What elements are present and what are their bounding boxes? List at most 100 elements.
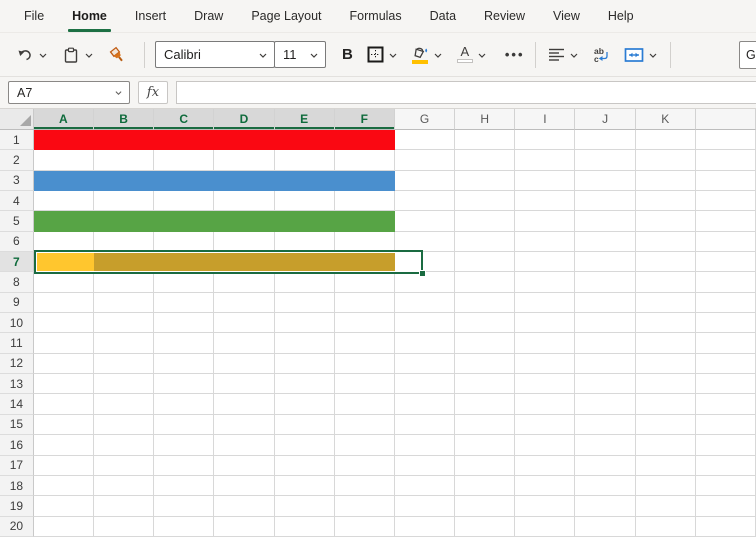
cell-H6[interactable]	[455, 231, 516, 253]
cell-partial10[interactable]	[695, 313, 756, 334]
cell-J7[interactable]	[575, 252, 636, 273]
cell-D13[interactable]	[214, 374, 275, 395]
cell-J19[interactable]	[575, 496, 636, 517]
cell-G14[interactable]	[394, 394, 456, 415]
cell-F15[interactable]	[334, 414, 395, 436]
row-header-17[interactable]: 17	[0, 455, 34, 476]
cell-D2[interactable]	[214, 150, 275, 171]
cell-E3[interactable]	[274, 170, 335, 192]
cell-D1[interactable]	[214, 130, 275, 151]
cell-D17[interactable]	[214, 455, 275, 476]
cell-C20[interactable]	[154, 516, 215, 537]
cell-C12[interactable]	[154, 353, 215, 375]
cell-partial4[interactable]	[695, 191, 756, 212]
cell-H5[interactable]	[455, 211, 516, 232]
cell-B19[interactable]	[93, 496, 155, 517]
cell-A7[interactable]	[33, 252, 94, 273]
cell-E18[interactable]	[274, 475, 335, 497]
cell-K16[interactable]	[635, 435, 696, 456]
cell-K14[interactable]	[635, 394, 696, 415]
cell-D8[interactable]	[214, 272, 275, 293]
bold-button[interactable]: B	[342, 46, 353, 63]
cell-K13[interactable]	[635, 374, 696, 395]
cell-A10[interactable]	[33, 313, 94, 334]
row-header-18[interactable]: 18	[0, 475, 34, 497]
cell-partial2[interactable]	[695, 150, 756, 171]
cell-D18[interactable]	[214, 475, 275, 497]
cell-B7[interactable]	[93, 252, 155, 273]
cell-I16[interactable]	[515, 435, 576, 456]
formula-input[interactable]	[176, 81, 756, 104]
cell-F1[interactable]	[334, 130, 395, 151]
cell-G1[interactable]	[394, 130, 456, 151]
cell-E13[interactable]	[274, 374, 335, 395]
cell-B16[interactable]	[93, 435, 155, 456]
cell-C10[interactable]	[154, 313, 215, 334]
cell-G3[interactable]	[394, 170, 456, 192]
cell-A1[interactable]	[33, 130, 94, 151]
cell-K3[interactable]	[635, 170, 696, 192]
cell-C5[interactable]	[154, 211, 215, 232]
cell-I18[interactable]	[515, 475, 576, 497]
paste-button[interactable]	[60, 40, 96, 70]
column-header-partial[interactable]	[695, 109, 756, 130]
cell-G5[interactable]	[394, 211, 456, 232]
cell-partial19[interactable]	[695, 496, 756, 517]
cell-I17[interactable]	[515, 455, 576, 476]
cell-D9[interactable]	[214, 292, 275, 314]
cell-I6[interactable]	[515, 231, 576, 253]
name-box[interactable]: A7	[8, 81, 130, 104]
cell-K6[interactable]	[635, 231, 696, 253]
cell-I20[interactable]	[515, 516, 576, 537]
cell-partial9[interactable]	[695, 292, 756, 314]
cell-I3[interactable]	[515, 170, 576, 192]
cell-H9[interactable]	[455, 292, 516, 314]
row-header-3[interactable]: 3	[0, 170, 34, 192]
cell-C6[interactable]	[154, 231, 215, 253]
cell-E20[interactable]	[274, 516, 335, 537]
cell-H20[interactable]	[455, 516, 516, 537]
cell-D12[interactable]	[214, 353, 275, 375]
cell-partial14[interactable]	[695, 394, 756, 415]
wrap-text-button[interactable]: ab c	[591, 40, 612, 70]
column-header-A[interactable]: A	[33, 109, 94, 130]
tab-file[interactable]: File	[10, 0, 58, 32]
cell-partial3[interactable]	[695, 170, 756, 192]
cell-C7[interactable]	[154, 252, 215, 273]
row-header-12[interactable]: 12	[0, 353, 34, 375]
cell-K17[interactable]	[635, 455, 696, 476]
cell-J17[interactable]	[575, 455, 636, 476]
row-header-2[interactable]: 2	[0, 150, 34, 171]
tab-review[interactable]: Review	[470, 0, 539, 32]
cell-A5[interactable]	[33, 211, 94, 232]
cell-G17[interactable]	[394, 455, 456, 476]
cell-C9[interactable]	[154, 292, 215, 314]
cell-H19[interactable]	[455, 496, 516, 517]
cell-B6[interactable]	[93, 231, 155, 253]
cell-G12[interactable]	[394, 353, 456, 375]
cell-J2[interactable]	[575, 150, 636, 171]
cell-C4[interactable]	[154, 191, 215, 212]
cell-A4[interactable]	[33, 191, 94, 212]
cell-H10[interactable]	[455, 313, 516, 334]
cell-B5[interactable]	[93, 211, 155, 232]
cell-B4[interactable]	[93, 191, 155, 212]
cell-F2[interactable]	[334, 150, 395, 171]
cell-A8[interactable]	[33, 272, 94, 293]
cell-A19[interactable]	[33, 496, 94, 517]
cell-B14[interactable]	[93, 394, 155, 415]
cell-partial15[interactable]	[695, 414, 756, 436]
cell-E11[interactable]	[274, 333, 335, 354]
cell-J6[interactable]	[575, 231, 636, 253]
cell-H17[interactable]	[455, 455, 516, 476]
cell-K11[interactable]	[635, 333, 696, 354]
cell-K4[interactable]	[635, 191, 696, 212]
cell-C16[interactable]	[154, 435, 215, 456]
cell-E16[interactable]	[274, 435, 335, 456]
cell-J13[interactable]	[575, 374, 636, 395]
row-header-5[interactable]: 5	[0, 211, 34, 232]
row-header-7[interactable]: 7	[0, 252, 34, 273]
cell-K5[interactable]	[635, 211, 696, 232]
cell-B18[interactable]	[93, 475, 155, 497]
cell-D19[interactable]	[214, 496, 275, 517]
